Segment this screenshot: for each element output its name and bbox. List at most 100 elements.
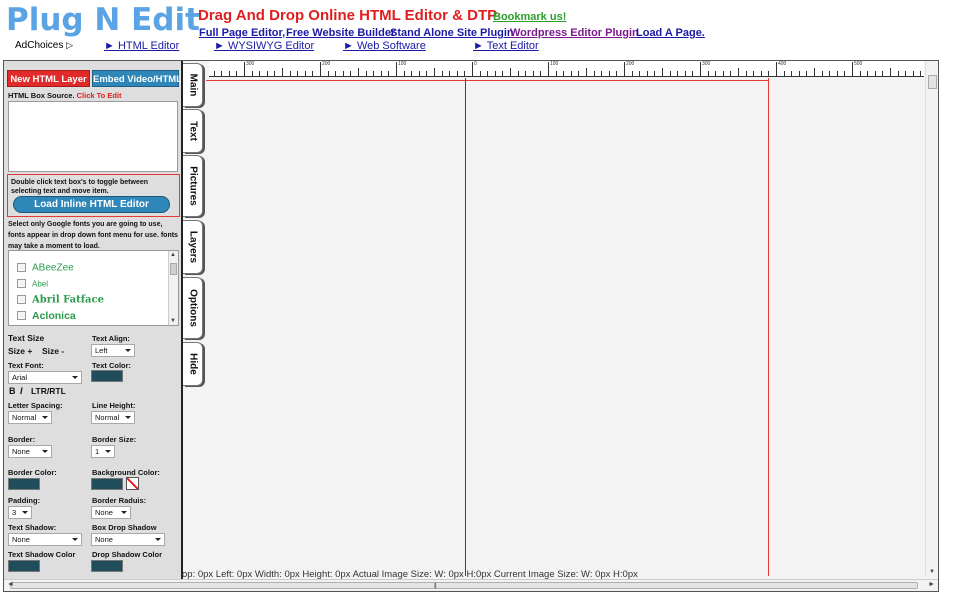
ruler-major-tick [548,62,549,76]
tab-main-label: Main [187,73,198,97]
tab-text[interactable]: Text [183,109,203,153]
tab-layers-label: Layers [187,230,198,264]
bookmark-link[interactable]: Bookmark us! [493,11,566,23]
ruler-tick [366,71,367,76]
font-checkbox[interactable] [17,311,26,321]
font-checkbox[interactable] [17,263,26,273]
html-source-textarea[interactable] [8,101,178,172]
font-item-abel[interactable]: Abel [17,275,48,289]
text-editor-link[interactable]: ► Text Editor [473,40,539,52]
padding-select[interactable]: 3 [8,506,32,519]
full-page-editor-link[interactable]: Full Page Editor, [199,27,285,39]
box-drop-shadow-select[interactable]: None [91,533,165,546]
font-list-scroll-thumb[interactable] [170,263,177,275]
ruler-label: 300 [246,61,255,67]
ruler-tick [882,71,883,76]
size-plus-button[interactable]: Size + [8,346,32,356]
tab-hide[interactable]: Hide [183,342,203,386]
html-editor-link[interactable]: ► HTML Editor [104,40,179,52]
text-align-select[interactable]: Left [91,344,135,357]
ruler-tick [662,68,663,76]
ruler-tick [708,71,709,76]
web-software-link[interactable]: ► Web Software [343,40,426,52]
background-color-swatch[interactable] [91,478,123,490]
chevron-down-icon [155,538,161,541]
wysiwyg-editor-link[interactable]: ► WYSIWYG Editor [214,40,314,52]
border-radius-select[interactable]: None [91,506,131,519]
horizontal-scrollbar[interactable]: ||| ◄ ► [4,579,938,591]
ruler-tick [571,71,572,76]
wordpress-editor-plugin-link[interactable]: Wordpress Editor Plugin [510,27,639,39]
ruler-major-tick [244,62,245,76]
size-minus-button[interactable]: Size - [42,346,64,356]
ruler-tick [449,71,450,76]
font-item-abeezee[interactable]: ABeeZee [17,259,74,273]
ruler-major-tick [852,62,853,76]
font-checkbox[interactable] [17,295,26,305]
horizontal-scroll-thumb[interactable]: ||| [10,582,918,589]
text-color-swatch[interactable] [91,370,123,382]
font-checkbox[interactable] [17,279,26,289]
vertical-scroll-thumb[interactable] [928,75,937,89]
bold-button[interactable]: B [9,386,16,396]
tab-options[interactable]: Options [183,277,203,339]
ruler-tick [609,71,610,76]
page-right-guide [768,78,769,576]
text-font-select[interactable]: Arial [8,371,82,384]
no-color-icon[interactable] [126,477,139,490]
ruler-tick [768,71,769,76]
ruler-label: 200 [626,61,635,67]
adchoices-link[interactable]: AdChoices ▷ [15,40,73,51]
scroll-down-icon[interactable]: ▼ [929,569,935,575]
border-color-label: Border Color: [8,468,57,477]
ruler-tick [267,71,268,76]
tab-pictures[interactable]: Pictures [183,155,203,217]
embed-video-html-button[interactable]: Embed Video/HTML [92,70,181,87]
text-shadow-select[interactable]: None [8,533,82,546]
font-item-aclonica[interactable]: Aclonica [17,307,76,322]
new-html-layer-button[interactable]: New HTML Layer [7,70,90,87]
font-item-abril-fatface[interactable]: Abril Fatface [17,291,104,305]
ruler-tick [487,71,488,76]
ruler-tick [426,71,427,76]
plug-n-edit-page: Plug N Edit AdChoices ▷ Drag And Drop On… [0,0,954,600]
tab-pictures-label: Pictures [187,166,198,206]
drop-shadow-color-swatch[interactable] [91,560,123,572]
letter-spacing-value: Normal [12,413,37,422]
text-direction-button[interactable]: LTR/RTL [31,386,66,396]
ruler-major-tick [472,62,473,76]
ruler-tick [533,71,534,76]
letter-spacing-select[interactable]: Normal [8,411,52,424]
canvas-vertical-scrollbar[interactable]: ▼ [925,61,938,577]
logo[interactable]: Plug N Edit [6,2,200,38]
tab-main[interactable]: Main [183,63,203,107]
scroll-right-icon[interactable]: ► [928,581,935,588]
free-website-builder-link[interactable]: Free Website Builder [286,27,395,39]
load-inline-html-editor-button[interactable]: Load Inline HTML Editor [13,196,170,213]
load-a-page-link[interactable]: Load A Page. [636,27,705,39]
tab-layers[interactable]: Layers [183,220,203,274]
scroll-up-icon[interactable]: ▲ [170,252,176,258]
scroll-left-icon[interactable]: ◄ [7,581,14,588]
html-source-label-text: HTML Box Source. [8,91,75,100]
toggle-hint-text: Double click text box's to toggle betwee… [11,179,149,195]
text-shadow-color-swatch[interactable] [8,560,40,572]
scroll-down-icon[interactable]: ▼ [170,318,176,324]
line-height-select[interactable]: Normal [91,411,135,424]
ruler-tick [495,71,496,76]
border-select[interactable]: None [8,445,52,458]
border-color-swatch[interactable] [8,478,40,490]
design-canvas[interactable] [206,78,924,576]
play-icon: ▷ [66,40,74,50]
ruler-tick [328,71,329,76]
ruler-tick [723,71,724,76]
chevron-down-icon [121,511,127,514]
stand-alone-site-plugin-link[interactable]: Stand Alone Site Plugin [390,27,514,39]
click-to-edit-link[interactable]: Click To Edit [77,91,122,100]
italic-button[interactable]: I [20,386,23,396]
border-size-select[interactable]: 1 [91,445,115,458]
font-list-scrollbar[interactable]: ▲ ▼ [168,251,178,325]
google-font-list[interactable]: ABeeZee Abel Abril Fatface Aclonica ▲ ▼ [8,250,179,326]
font-name: Abel [32,279,49,289]
page-top-guide [206,80,769,81]
